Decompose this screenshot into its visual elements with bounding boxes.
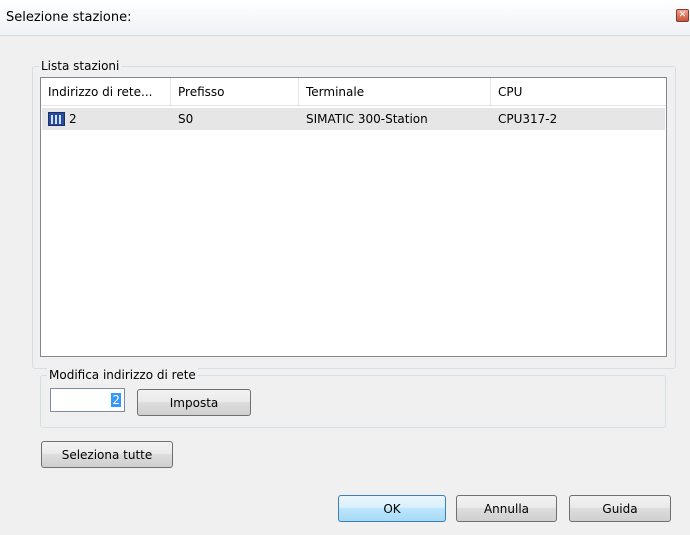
stations-list[interactable]: Indirizzo di rete... Prefisso Terminale …	[40, 77, 667, 357]
address-group: Modifica indirizzo di rete	[40, 367, 666, 428]
column-header-prefix[interactable]: Prefisso	[171, 78, 299, 106]
column-header-address[interactable]: Indirizzo di rete...	[41, 78, 171, 106]
column-header-cpu[interactable]: CPU	[491, 78, 666, 106]
close-icon: ✕	[678, 10, 687, 20]
station-icon	[48, 112, 65, 126]
select-all-button[interactable]: Seleziona tutte	[41, 441, 173, 468]
row-cpu: CPU317-2	[498, 112, 558, 126]
cancel-button[interactable]: Annulla	[456, 495, 557, 522]
help-button[interactable]: Guida	[569, 495, 671, 522]
row-prefix: S0	[178, 112, 194, 126]
set-button[interactable]: Imposta	[137, 389, 251, 416]
column-header-terminal[interactable]: Terminale	[299, 78, 491, 106]
stations-group-title: Lista stazioni	[39, 58, 122, 74]
window-title: Selezione stazione:	[6, 10, 132, 25]
list-header: Indirizzo di rete... Prefisso Terminale …	[41, 78, 666, 106]
ok-button[interactable]: OK	[338, 495, 446, 522]
address-input[interactable]: 2	[50, 388, 125, 412]
address-value: 2	[111, 393, 121, 407]
row-terminal: SIMATIC 300-Station	[306, 112, 428, 126]
title-bar[interactable]: Selezione stazione: ✕	[0, 0, 690, 36]
table-row[interactable]: 2 S0 SIMATIC 300-Station CPU317-2	[42, 108, 665, 130]
address-group-title: Modifica indirizzo di rete	[47, 367, 198, 383]
row-address: 2	[69, 112, 77, 126]
close-button[interactable]: ✕	[676, 9, 689, 22]
